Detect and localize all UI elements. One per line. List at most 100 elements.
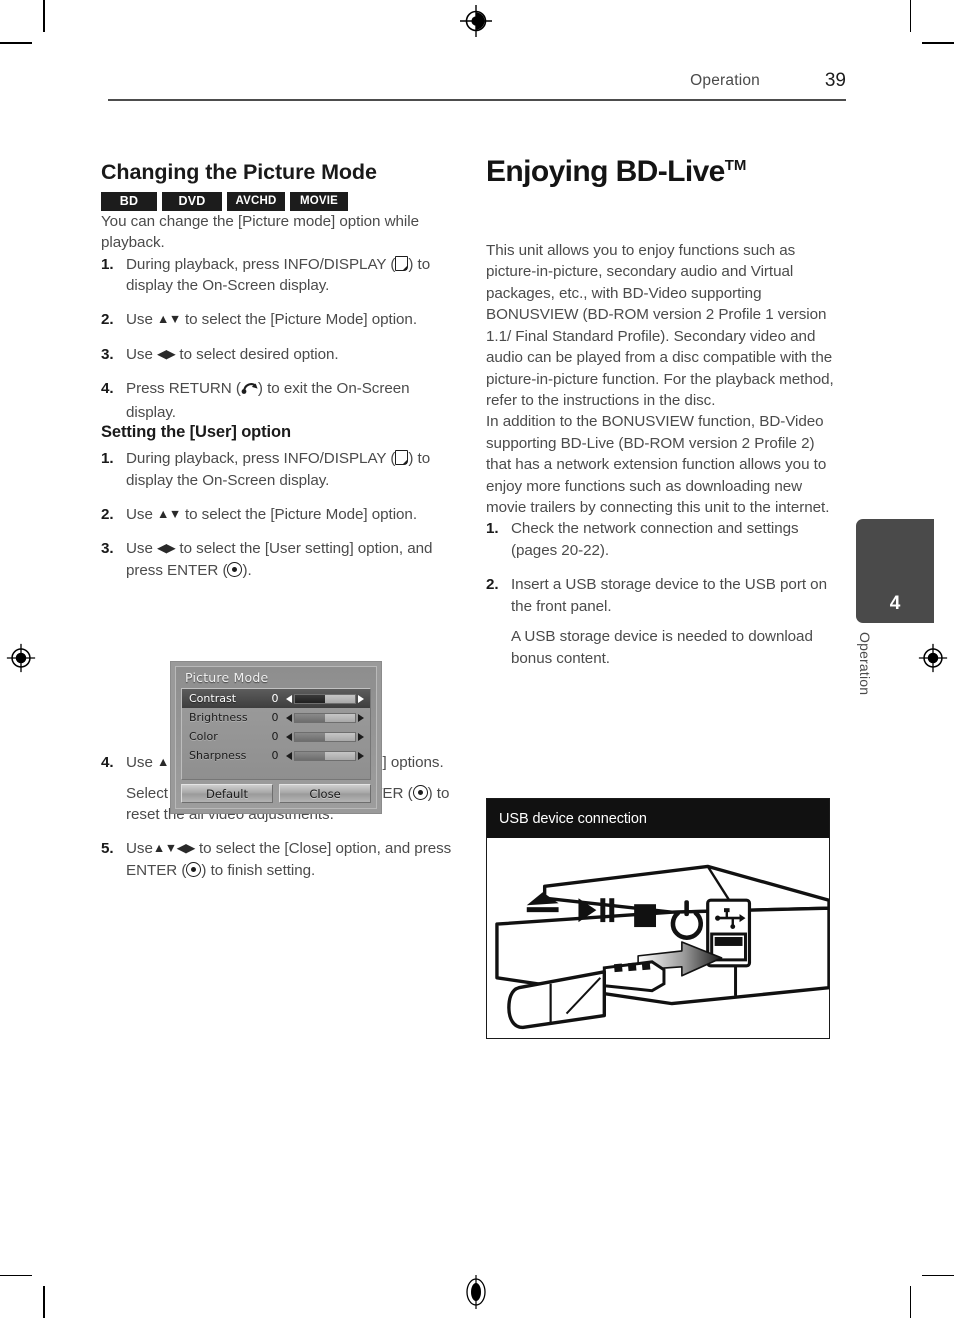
arrow-left-icon[interactable] bbox=[286, 732, 292, 741]
arrow-left-icon[interactable] bbox=[286, 713, 292, 722]
step-text-pre: During playback, press INFO/DISPLAY ( bbox=[126, 450, 396, 468]
list-item: 3. Use ◀▶ to select the [User setting] op… bbox=[101, 538, 457, 581]
crop-mark-top-left-vertical bbox=[43, 0, 45, 32]
subsection-title: Setting the [User] option bbox=[101, 423, 291, 442]
step-text-post: to select desired option. bbox=[175, 345, 339, 363]
badge-movie: MOVIE bbox=[290, 191, 348, 211]
osd-slider[interactable] bbox=[286, 712, 364, 723]
user-option-steps: 1. During playback, press INFO/DISPLAY ()… bbox=[101, 448, 457, 581]
step-number: 1. bbox=[101, 255, 114, 273]
bd-live-paragraph-2: In addition to the BONUSVIEW function, B… bbox=[486, 413, 830, 517]
osd-value: 0 bbox=[271, 749, 279, 762]
osd-row-sharpness[interactable]: Sharpness 0 bbox=[182, 746, 370, 765]
list-item: 2. Use ▲▼ to select the [Picture Mode] op… bbox=[101, 309, 457, 330]
arrow-keys-icon: ▲▼◀▶ bbox=[152, 841, 195, 856]
step-number: 5. bbox=[101, 840, 114, 858]
section-title-text: Enjoying BD-Live bbox=[486, 155, 725, 188]
picture-mode-steps: 1. During playback, press INFO/DISPLAY ()… bbox=[101, 254, 457, 424]
badge-bd: BD bbox=[101, 191, 157, 211]
display-key-icon bbox=[395, 255, 409, 271]
list-item: 3. Use ◀▶ to select desired option. bbox=[101, 344, 457, 365]
crop-mark-top-left-horizontal bbox=[0, 42, 32, 44]
osd-row-contrast[interactable]: Contrast 0 bbox=[182, 689, 370, 708]
slider-track[interactable] bbox=[294, 693, 356, 704]
step-number: 2. bbox=[101, 311, 114, 329]
osd-value: 0 bbox=[271, 692, 279, 705]
badge-dvd: DVD bbox=[162, 191, 222, 211]
stop-icon bbox=[634, 904, 657, 928]
crop-mark-bottom-right-vertical bbox=[909, 1286, 911, 1318]
enter-key-icon bbox=[227, 561, 243, 577]
list-item: 4. Press RETURN () to exit the On-Screen … bbox=[101, 378, 457, 423]
usb-device-connection-figure: USB device connection bbox=[486, 798, 830, 1039]
close-button[interactable]: Close bbox=[279, 784, 371, 803]
picture-mode-osd-figure: Picture Mode Contrast 0 Brightness 0 Col… bbox=[170, 661, 382, 814]
slider-track[interactable] bbox=[294, 750, 356, 761]
step-subparagraph: A USB storage device is needed to downlo… bbox=[511, 628, 813, 667]
page-title: Changing the Picture Mode bbox=[101, 160, 377, 184]
enter-key-icon bbox=[186, 861, 202, 877]
arrow-keys-icon: ◀▶ bbox=[157, 541, 176, 556]
step-text-pre: Press RETURN ( bbox=[126, 380, 241, 398]
step-text-post: to select the [Picture Mode] option. bbox=[180, 311, 418, 329]
crop-mark-top-right-horizontal bbox=[922, 42, 954, 44]
bd-live-paragraph-1: This unit allows you to enjoy functions … bbox=[486, 242, 834, 409]
crop-mark-bottom-left-horizontal bbox=[0, 1274, 32, 1276]
osd-row-brightness[interactable]: Brightness 0 bbox=[182, 708, 370, 727]
step-text-post2: ). bbox=[242, 561, 252, 579]
osd-value: 0 bbox=[271, 711, 279, 724]
step-text: Insert a USB storage device to the USB p… bbox=[511, 576, 827, 615]
osd-label: Sharpness bbox=[189, 749, 247, 762]
arrow-right-icon[interactable] bbox=[358, 732, 364, 741]
media-badge-group: BD DVD AVCHD MOVIE bbox=[101, 191, 457, 211]
step-number: 4. bbox=[101, 380, 114, 398]
chapter-label: Operation bbox=[857, 632, 873, 696]
arrow-right-icon[interactable] bbox=[358, 713, 364, 722]
step-number: 2. bbox=[486, 576, 499, 594]
chapter-number: 4 bbox=[889, 593, 901, 614]
arrow-left-icon[interactable] bbox=[286, 751, 292, 760]
list-item: 1. During playback, press INFO/DISPLAY ()… bbox=[101, 254, 457, 297]
crop-mark-top-right-vertical bbox=[909, 0, 911, 32]
osd-slider[interactable] bbox=[286, 693, 364, 704]
list-item: 5. Use▲▼◀▶ to select the [Close] option, … bbox=[101, 838, 457, 881]
registration-mark-top bbox=[460, 5, 492, 37]
header-rule bbox=[108, 99, 846, 102]
osd-value: 0 bbox=[271, 730, 279, 743]
intro-paragraph: You can change the [Picture mode] option… bbox=[101, 212, 419, 252]
registration-mark-left bbox=[6, 643, 36, 673]
right-column: Enjoying BD-LiveTM This unit allows you … bbox=[486, 155, 838, 669]
arrow-right-icon[interactable] bbox=[358, 694, 364, 703]
osd-label: Contrast bbox=[189, 692, 237, 705]
slider-track[interactable] bbox=[294, 712, 356, 723]
step-number: 3. bbox=[101, 540, 114, 558]
osd-slider[interactable] bbox=[286, 731, 364, 742]
step-number: 2. bbox=[101, 505, 114, 523]
usb-connection-illustration bbox=[487, 838, 829, 1038]
step-text-post2: ) to finish setting. bbox=[201, 861, 316, 879]
step-number: 3. bbox=[101, 345, 114, 363]
registration-mark-bottom bbox=[466, 1275, 486, 1309]
arrow-left-icon[interactable] bbox=[286, 694, 292, 703]
trademark-symbol: TM bbox=[724, 157, 747, 174]
list-item: 2. Use ▲▼ to select the [Picture Mode] op… bbox=[101, 504, 457, 525]
chapter-tab: 4 bbox=[856, 519, 934, 623]
osd-label: Brightness bbox=[189, 711, 248, 724]
arrow-keys-icon: ▲▼ bbox=[157, 506, 181, 521]
crop-mark-bottom-right-horizontal bbox=[922, 1274, 954, 1276]
step-text-pre: Use bbox=[126, 505, 158, 523]
section-title-bd-live: Enjoying BD-LiveTM bbox=[486, 155, 838, 188]
default-button[interactable]: Default bbox=[181, 784, 273, 803]
osd-slider[interactable] bbox=[286, 750, 364, 761]
arrow-right-icon[interactable] bbox=[358, 751, 364, 760]
crop-mark-bottom-left-vertical bbox=[43, 1286, 45, 1318]
step-text-post: to select the [Picture Mode] option. bbox=[180, 505, 418, 523]
osd-row-color[interactable]: Color 0 bbox=[182, 727, 370, 746]
step-text-pre: Use bbox=[126, 754, 158, 772]
header-section-name: Operation bbox=[690, 72, 760, 89]
slider-track[interactable] bbox=[294, 731, 356, 742]
list-item: 1. Check the network connection and setti… bbox=[486, 518, 838, 561]
list-item: 2. Insert a USB storage device to the USB… bbox=[486, 574, 838, 669]
osd-window: Picture Mode Contrast 0 Brightness 0 Col… bbox=[175, 666, 377, 809]
display-key-icon bbox=[395, 450, 409, 466]
